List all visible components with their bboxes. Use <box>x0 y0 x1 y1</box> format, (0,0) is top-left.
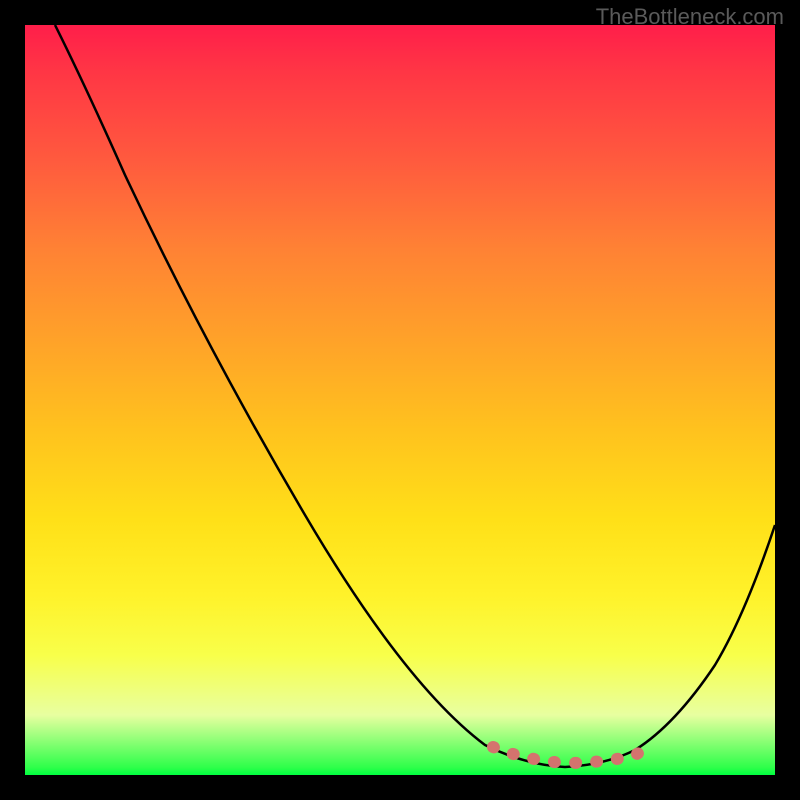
watermark-text: TheBottleneck.com <box>596 4 784 30</box>
bottleneck-curve <box>55 25 775 767</box>
chart-gradient-area <box>25 25 775 775</box>
chart-svg <box>25 25 775 775</box>
